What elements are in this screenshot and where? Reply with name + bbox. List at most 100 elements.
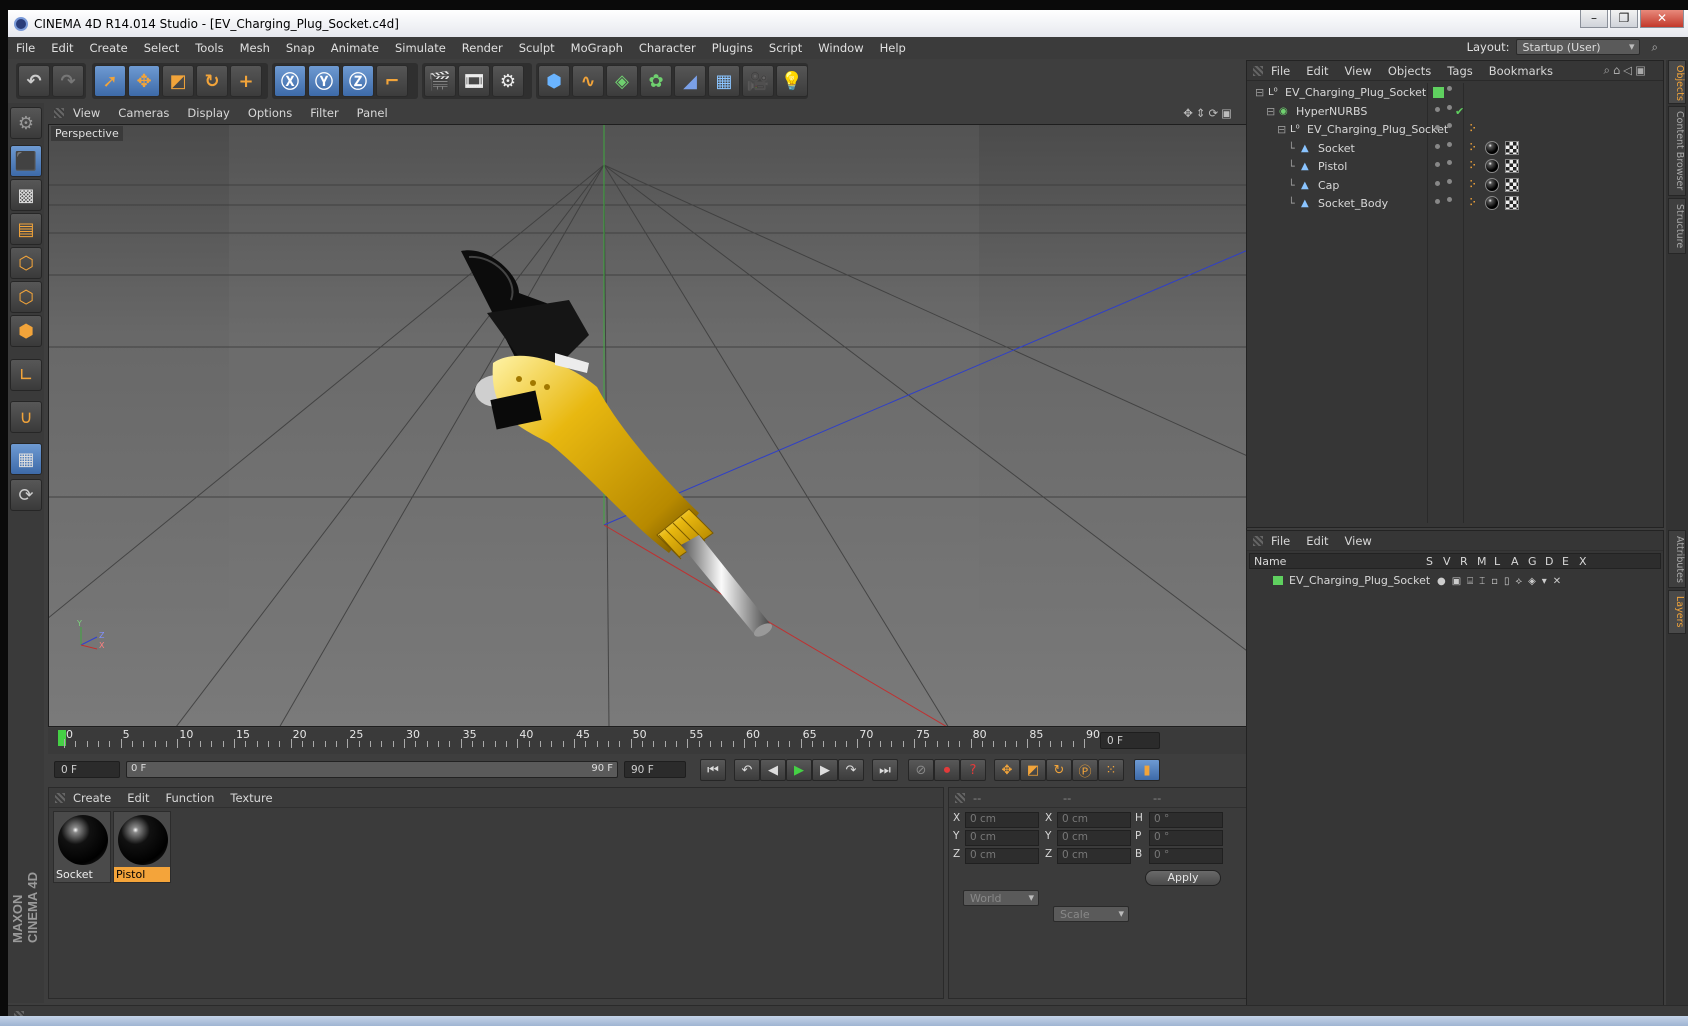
object-tree-row[interactable]: ⊟ L⁰ EV_Charging_Plug_Socket	[1247, 83, 1665, 102]
points-mode-icon[interactable]: ⬡	[10, 247, 42, 279]
object-name[interactable]: EV_Charging_Plug_Socket	[1285, 83, 1426, 102]
key-point-level-icon[interactable]: ⁙	[1098, 759, 1124, 781]
size-y-field[interactable]: 0 cm	[1057, 830, 1131, 846]
object-tree-row[interactable]: ⊟ L⁰ EV_Charging_Plug_Socket ⠕	[1247, 120, 1665, 139]
menu-animate[interactable]: Animate	[323, 41, 387, 55]
render-visibility-dot[interactable]	[1447, 141, 1452, 147]
workplane-lock-icon[interactable]: ▦	[10, 443, 42, 475]
make-editable-icon[interactable]: ⚙	[10, 107, 42, 139]
render-view-icon[interactable]: 🎬	[424, 65, 456, 97]
frame-range-slider[interactable]: 0 F 90 F	[126, 761, 618, 778]
render-visibility-dot[interactable]	[1447, 86, 1452, 91]
phong-tag-icon[interactable]: ⠕	[1469, 194, 1476, 213]
render-visibility-dot[interactable]	[1447, 123, 1452, 128]
material-tag-icon[interactable]	[1485, 159, 1499, 173]
object-search-home-icons[interactable]: ⌕⌂◁▣	[1596, 63, 1657, 78]
panel-grip-icon[interactable]	[1253, 535, 1263, 546]
play-icon[interactable]: ▶	[786, 759, 812, 781]
editor-visibility-dot[interactable]	[1435, 180, 1440, 186]
key-position-icon[interactable]: ✥	[994, 759, 1020, 781]
rot-h-field[interactable]: 0 °	[1149, 812, 1223, 828]
object-tree-row[interactable]: └ ▲ Cap ⠕	[1247, 176, 1665, 195]
editor-visibility-dot[interactable]	[1435, 125, 1440, 130]
menu-render[interactable]: Render	[454, 41, 511, 55]
previous-frame-icon[interactable]: ◀	[760, 759, 786, 781]
move-tool-icon[interactable]: ✥	[128, 65, 160, 97]
object-menu-view[interactable]: View	[1337, 64, 1380, 78]
start-frame-field[interactable]: 0 F	[54, 761, 120, 778]
tab-objects[interactable]: Objects	[1668, 60, 1686, 104]
panel-grip-icon[interactable]	[955, 792, 965, 803]
tab-content-browser[interactable]: Content Browser	[1668, 106, 1686, 196]
layer-color-swatch[interactable]	[1273, 576, 1283, 585]
texture-mode-icon[interactable]: ▩	[10, 179, 42, 211]
object-menu-edit[interactable]: Edit	[1298, 64, 1336, 78]
material-menu-edit[interactable]: Edit	[119, 791, 157, 805]
deformer-icon[interactable]: ◢	[674, 65, 706, 97]
menu-simulate[interactable]: Simulate	[387, 41, 454, 55]
object-name[interactable]: EV_Charging_Plug_Socket	[1307, 120, 1448, 139]
object-name[interactable]: Cap	[1318, 176, 1339, 195]
camera-label[interactable]: Perspective	[51, 126, 123, 141]
menu-window[interactable]: Window	[810, 41, 871, 55]
key-scale-icon[interactable]: ◩	[1020, 759, 1046, 781]
search-icon[interactable]: ⌕	[1646, 40, 1658, 55]
keyframe-selection-icon[interactable]: ?	[960, 759, 986, 781]
workplane-icon[interactable]: ▤	[10, 213, 42, 245]
next-frame-icon[interactable]: ▶	[812, 759, 838, 781]
menu-mesh[interactable]: Mesh	[232, 41, 278, 55]
viewport-menu-panel[interactable]: Panel	[348, 106, 397, 120]
enabled-check-icon[interactable]: ✔	[1455, 102, 1464, 121]
object-menu-file[interactable]: File	[1263, 64, 1298, 78]
tab-structure[interactable]: Structure	[1668, 198, 1686, 254]
previous-key-icon[interactable]: ↶	[734, 759, 760, 781]
object-name[interactable]: Socket	[1318, 139, 1355, 158]
record-keys-icon[interactable]: ⊘	[908, 759, 934, 781]
y-axis-lock-icon[interactable]: Ⓨ	[308, 65, 340, 97]
redo-icon[interactable]: ↷	[52, 65, 84, 97]
viewport-menu-options[interactable]: Options	[239, 106, 301, 120]
pos-z-field[interactable]: 0 cm	[965, 848, 1039, 864]
phong-tag-icon[interactable]: ⠕	[1469, 139, 1476, 158]
rot-p-field[interactable]: 0 °	[1149, 830, 1223, 846]
live-select-icon[interactable]: +	[230, 65, 262, 97]
3d-viewport[interactable]: Perspective Y Z X	[48, 124, 1247, 727]
z-axis-lock-icon[interactable]: Ⓩ	[342, 65, 374, 97]
menu-edit[interactable]: Edit	[43, 41, 81, 55]
minimize-button[interactable]: –	[1580, 10, 1608, 28]
edges-mode-icon[interactable]: ⬡	[10, 281, 42, 313]
key-parameter-icon[interactable]: Ⓟ	[1072, 759, 1098, 781]
go-to-start-icon[interactable]: ⏮	[700, 759, 726, 781]
menu-mograph[interactable]: MoGraph	[563, 41, 631, 55]
floor-scene-icon[interactable]: ▦	[708, 65, 740, 97]
size-x-field[interactable]: 0 cm	[1057, 812, 1131, 828]
viewport-menu-filter[interactable]: Filter	[301, 106, 347, 120]
viewport-menu-cameras[interactable]: Cameras	[109, 106, 178, 120]
locked-workplane-icon[interactable]: ⟳	[10, 479, 42, 511]
material-tag-icon[interactable]	[1485, 177, 1499, 192]
render-visibility-dot[interactable]	[1447, 104, 1452, 110]
x-axis-lock-icon[interactable]: Ⓧ	[274, 65, 306, 97]
snap-magnet-icon[interactable]: ∪	[10, 401, 42, 433]
autokey-icon[interactable]: ⏺	[934, 759, 960, 781]
tab-layers[interactable]: Layers	[1668, 590, 1686, 634]
object-tree-row[interactable]: └ ▲ Socket ⠕	[1247, 139, 1665, 158]
key-rotation-icon[interactable]: ↻	[1046, 759, 1072, 781]
close-button[interactable]: ✕	[1640, 10, 1684, 28]
timeline-ruler[interactable]: 0 5 10 15 20 25 30 35 40 45 50 55 60 65 70 75 80 85 90 0 F	[48, 728, 1248, 754]
tab-attributes[interactable]: Attributes	[1668, 530, 1686, 588]
object-menu-objects[interactable]: Objects	[1380, 64, 1439, 78]
render-visibility-dot[interactable]	[1447, 197, 1452, 202]
uvw-tag-icon[interactable]	[1505, 196, 1519, 210]
end-frame-field[interactable]: 90 F	[624, 761, 686, 778]
pos-y-field[interactable]: 0 cm	[965, 830, 1039, 846]
viewport-menu-display[interactable]: Display	[178, 106, 238, 120]
menu-help[interactable]: Help	[872, 41, 914, 55]
menu-character[interactable]: Character	[631, 41, 704, 55]
menu-select[interactable]: Select	[136, 41, 187, 55]
nurbs-icon[interactable]: ◈	[606, 65, 638, 97]
size-z-field[interactable]: 0 cm	[1057, 848, 1131, 864]
layer-color-swatch[interactable]	[1433, 87, 1444, 98]
pos-x-field[interactable]: 0 cm	[965, 812, 1039, 828]
model-mode-icon[interactable]: ⬛	[10, 145, 42, 177]
